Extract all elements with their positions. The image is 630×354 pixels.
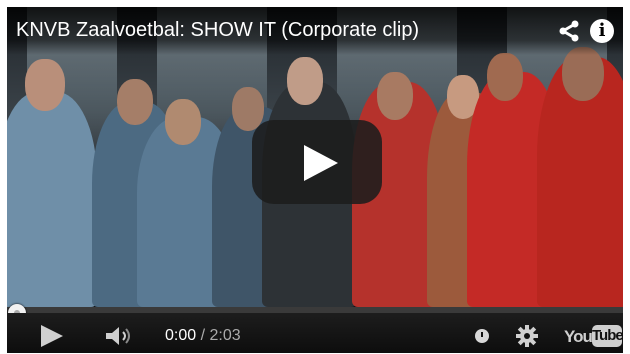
video-title[interactable]: KNVB Zaalvoetbal: SHOW IT (Corporate cli… [16, 19, 419, 42]
duration: 2:03 [209, 327, 241, 344]
gear-icon[interactable] [515, 324, 539, 348]
player-figure [7, 92, 97, 307]
clock-icon[interactable] [475, 329, 489, 343]
play-icon [304, 145, 338, 181]
player-head [25, 59, 65, 111]
play-icon[interactable] [41, 325, 63, 347]
player-head [287, 57, 323, 105]
youtube-logo-tube: Tube [592, 325, 623, 347]
time-display: 0:00 / 2:03 [165, 327, 241, 345]
share-icon[interactable] [558, 20, 580, 42]
player-head [117, 79, 153, 125]
video-player[interactable]: KNVB Zaalvoetbal: SHOW IT (Corporate cli… [7, 7, 623, 353]
time-separator: / [196, 327, 210, 344]
current-time: 0:00 [165, 327, 197, 344]
player-head [562, 47, 604, 101]
info-icon[interactable]: i [590, 19, 614, 43]
large-play-button[interactable] [252, 120, 382, 204]
player-head [487, 53, 523, 101]
control-bar: 0:00 / 2:03 You Tube [7, 313, 623, 353]
video-frame[interactable]: KNVB Zaalvoetbal: SHOW IT (Corporate cli… [7, 7, 623, 307]
player-head [377, 72, 413, 120]
youtube-logo-you: You [564, 327, 593, 346]
volume-icon[interactable] [104, 325, 136, 347]
player-head [165, 99, 201, 145]
